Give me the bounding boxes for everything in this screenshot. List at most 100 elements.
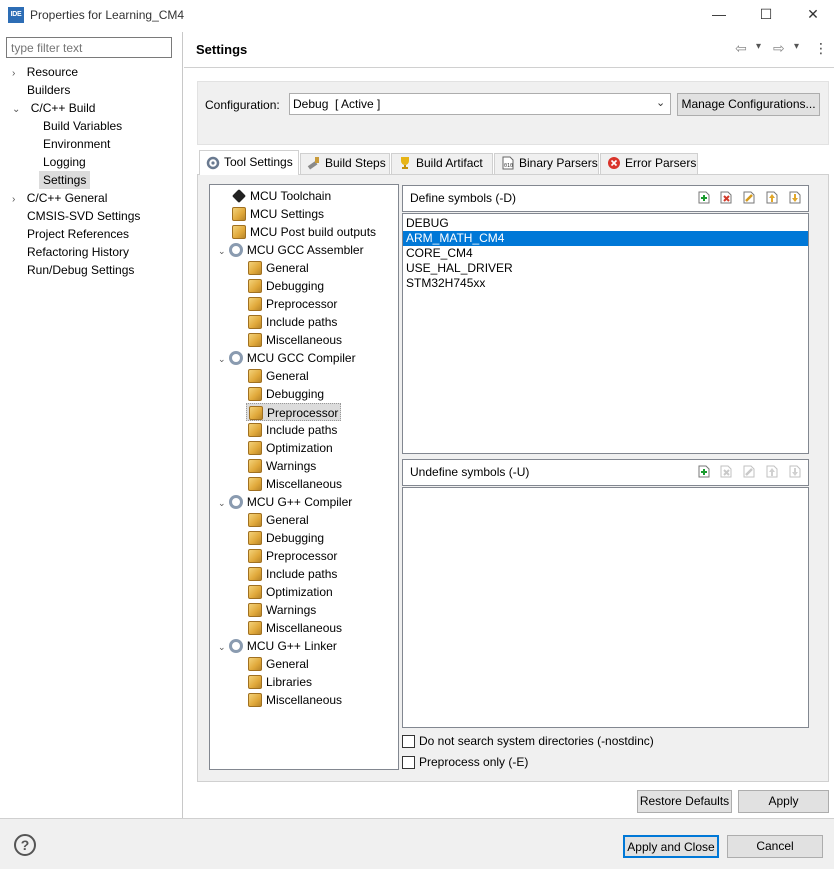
forward-arrow-icon[interactable]: ⇨ [773,40,785,57]
sidebar-item-resource[interactable]: › Resource [12,63,78,81]
tree-item-compiler-warnings[interactable]: Warnings [248,457,316,475]
tree-item-mcu-toolchain[interactable]: MCU Toolchain [232,187,331,205]
tree-item-mcu-settings[interactable]: MCU Settings [232,205,324,223]
tree-item-compiler-general[interactable]: General [248,367,309,385]
tree-item-assembler-miscellaneous[interactable]: Miscellaneous [248,331,342,349]
restore-defaults-button[interactable]: Restore Defaults [637,790,732,813]
preprocess-only-checkbox[interactable] [402,756,415,769]
tab-build-artifact[interactable]: Build Artifact [391,153,493,174]
sidebar-item-environment[interactable]: Environment [43,135,110,153]
forward-menu-chevron-icon[interactable]: ▾ [794,41,799,52]
tab-tool-settings[interactable]: Tool Settings [199,150,299,175]
tab-build-steps[interactable]: Build Steps [300,153,390,174]
help-icon[interactable]: ? [14,834,36,856]
pane-divider[interactable] [182,32,183,819]
add-icon[interactable] [697,190,711,204]
list-item[interactable]: CORE_CM4 [403,246,808,261]
gear-icon [228,638,243,653]
back-menu-chevron-icon[interactable]: ▾ [756,41,761,52]
chevron-down-icon[interactable]: ⌄ [218,246,226,256]
sidebar-item-logging[interactable]: Logging [43,153,86,171]
chevron-right-icon[interactable]: › [12,194,15,205]
tree-item-assembler-general[interactable]: General [248,259,309,277]
tree-item-gpp-miscellaneous[interactable]: Miscellaneous [248,619,342,637]
tree-item-assembler-debugging[interactable]: Debugging [248,277,324,295]
maximize-button[interactable]: ☐ [743,0,789,31]
chevron-down-icon[interactable]: ⌄ [218,642,226,652]
list-item[interactable]: DEBUG [403,216,808,231]
tab-binary-parsers[interactable]: 010 Binary Parsers [494,153,599,174]
chevron-down-icon[interactable]: ⌄ [218,498,226,508]
tree-item-gpp-preprocessor[interactable]: Preprocessor [248,547,337,565]
tree-item-label: MCU G++ Linker [246,639,337,653]
bottom-strip [0,869,834,874]
build-steps-icon [307,156,321,170]
sidebar-item-cpp-general[interactable]: › C/C++ General [12,189,107,207]
ide-logo-icon: IDE [8,7,24,23]
tree-item-label: Preprocessor [266,549,338,563]
sidebar-item-build-variables[interactable]: Build Variables [43,117,122,135]
sidebar-item-run-debug-settings[interactable]: Run/Debug Settings [27,261,134,279]
manage-configurations-button[interactable]: Manage Configurations... [677,93,820,116]
close-window-button[interactable]: ✕ [790,0,834,31]
move-up-icon[interactable] [765,190,779,204]
tree-item-linker-miscellaneous[interactable]: Miscellaneous [248,691,342,709]
tree-item-compiler-include-paths[interactable]: Include paths [248,421,337,439]
back-arrow-icon[interactable]: ⇦ [735,40,747,57]
delete-icon[interactable] [719,190,733,204]
svg-text:010: 010 [504,163,513,169]
tool-options-icon [248,422,262,437]
chevron-down-icon[interactable]: ⌄ [656,96,665,109]
tool-options-icon [232,224,246,239]
tree-item-compiler-debugging[interactable]: Debugging [248,385,324,403]
sidebar-item-cmsis-svd-settings[interactable]: CMSIS-SVD Settings [27,207,140,225]
view-menu-icon[interactable]: ⋮ [814,40,828,57]
filter-input[interactable] [6,37,172,58]
nostdinc-checkbox[interactable] [402,735,415,748]
tab-error-parsers[interactable]: Error Parsers [600,153,698,174]
sidebar-item-refactoring-history[interactable]: Refactoring History [27,243,129,261]
move-down-icon[interactable] [788,190,802,204]
apply-button[interactable]: Apply [738,790,829,813]
tree-item-mcu-post-build-outputs[interactable]: MCU Post build outputs [232,223,376,241]
tree-item-gpp-general[interactable]: General [248,511,309,529]
tree-item-compiler-miscellaneous[interactable]: Miscellaneous [248,475,342,493]
sidebar-item-settings[interactable]: Settings [39,171,91,189]
window-title: Properties for Learning_CM4 [30,8,185,22]
tree-item-compiler-optimization[interactable]: Optimization [248,439,333,457]
tree-item-assembler-include-paths[interactable]: Include paths [248,313,337,331]
tree-item-mcu-gcc-compiler[interactable]: ⌄ MCU GCC Compiler [218,349,356,367]
chevron-right-icon[interactable]: › [12,68,15,79]
tree-item-label: MCU Toolchain [250,189,332,203]
tree-item-gpp-optimization[interactable]: Optimization [248,583,333,601]
minimize-button[interactable]: — [696,0,742,31]
cancel-button[interactable]: Cancel [727,835,823,858]
chevron-down-icon[interactable]: ⌄ [218,354,226,364]
list-item[interactable]: USE_HAL_DRIVER [403,261,808,276]
tree-item-gpp-include-paths[interactable]: Include paths [248,565,337,583]
tree-item-linker-general[interactable]: General [248,655,309,673]
tree-item-mcu-gcc-assembler[interactable]: ⌄ MCU GCC Assembler [218,241,364,259]
sidebar-item-builders[interactable]: Builders [27,81,70,99]
sidebar-item-label: Resource [26,65,79,79]
list-item-selected[interactable]: ARM_MATH_CM4 [403,231,808,246]
add-icon[interactable] [697,464,711,478]
edit-icon[interactable] [742,190,756,204]
tree-item-gpp-warnings[interactable]: Warnings [248,601,316,619]
chevron-down-icon[interactable]: ⌄ [12,104,20,115]
sidebar-item-cpp-build[interactable]: ⌄ C/C++ Build [12,99,95,117]
tree-item-gpp-debugging[interactable]: Debugging [248,529,324,547]
tool-options-icon [248,386,262,401]
undefine-symbols-list[interactable] [402,487,809,728]
tree-item-label: Include paths [266,423,338,437]
tree-item-assembler-preprocessor[interactable]: Preprocessor [248,295,337,313]
tree-item-label: MCU GCC Assembler [246,243,364,257]
apply-and-close-button[interactable]: Apply and Close [623,835,719,858]
tree-item-linker-libraries[interactable]: Libraries [248,673,312,691]
tree-item-compiler-preprocessor[interactable]: Preprocessor [246,403,342,421]
define-symbols-list[interactable]: DEBUG ARM_MATH_CM4 CORE_CM4 USE_HAL_DRIV… [402,213,809,454]
list-item[interactable]: STM32H745xx [403,276,808,291]
sidebar-item-project-references[interactable]: Project References [27,225,129,243]
tree-item-mcu-gpp-linker[interactable]: ⌄ MCU G++ Linker [218,637,337,655]
tree-item-mcu-gpp-compiler[interactable]: ⌄ MCU G++ Compiler [218,493,352,511]
